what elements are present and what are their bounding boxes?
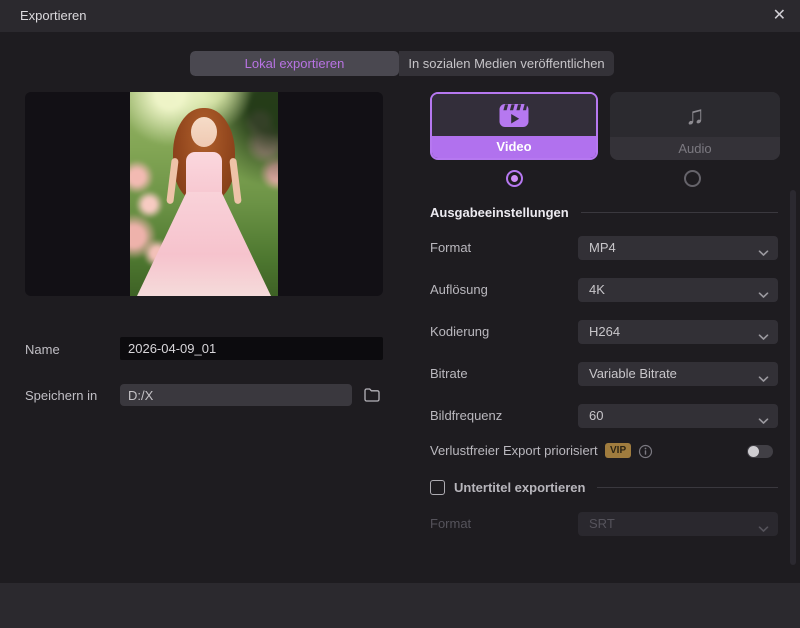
encoder-label: Kodierung — [430, 324, 489, 339]
export-dialog: Exportieren ✕ Lokal exportieren In sozia… — [0, 0, 800, 628]
subtitle-divider — [597, 487, 778, 488]
save-location-label: Speichern in — [25, 388, 97, 403]
chevron-down-icon — [758, 413, 769, 428]
video-radio-button[interactable] — [506, 170, 523, 187]
output-settings-heading: Ausgabeeinstellungen — [430, 205, 778, 220]
subtitle-format-dropdown: SRT — [578, 512, 778, 536]
photo-girl-face — [191, 117, 217, 147]
subtitle-format-label: Format — [430, 516, 471, 531]
name-input[interactable] — [120, 337, 383, 360]
subtitle-export-label: Untertitel exportieren — [454, 480, 585, 495]
framerate-dropdown[interactable]: 60 — [578, 404, 778, 428]
video-clapper-icon — [432, 94, 596, 136]
tab-social-export[interactable]: In sozialen Medien veröffentlichen — [399, 51, 614, 76]
footer-bar: 00:03 23.3MB Exportieren — [0, 583, 800, 628]
chevron-down-icon — [758, 245, 769, 260]
resolution-label: Auflösung — [430, 282, 488, 297]
resolution-row: Auflösung 4K — [430, 278, 778, 302]
info-icon[interactable] — [638, 444, 653, 462]
heading-divider — [581, 212, 778, 213]
close-icon[interactable]: ✕ — [773, 0, 786, 32]
media-card-audio[interactable]: ♫ Audio — [610, 92, 780, 160]
preview-photo — [130, 92, 278, 296]
save-location-input[interactable] — [120, 384, 352, 406]
bitrate-row: Bitrate Variable Bitrate — [430, 362, 778, 386]
vip-badge: VIP — [599, 442, 631, 458]
resolution-dropdown[interactable]: 4K — [578, 278, 778, 302]
audio-radio-button[interactable] — [684, 170, 701, 187]
audio-note-icon: ♫ — [610, 92, 780, 137]
media-card-video[interactable]: Video — [430, 92, 598, 160]
lossless-export-row: Verlustfreier Export priorisiert VIP — [430, 442, 778, 460]
video-preview — [25, 92, 383, 296]
export-mode-tabs: Lokal exportieren In sozialen Medien ver… — [190, 51, 614, 76]
chevron-down-icon — [758, 287, 769, 302]
chevron-down-icon — [758, 521, 769, 536]
lossless-export-toggle[interactable] — [747, 445, 773, 458]
tab-local-export[interactable]: Lokal exportieren — [190, 51, 399, 76]
subtitle-format-row: Format SRT — [430, 512, 778, 536]
titlebar: Exportieren ✕ — [0, 0, 800, 32]
chevron-down-icon — [758, 371, 769, 386]
chevron-down-icon — [758, 329, 769, 344]
folder-icon[interactable] — [362, 385, 382, 405]
video-card-label: Video — [432, 136, 596, 158]
scrollbar-track[interactable] — [790, 190, 796, 565]
photo-girl-dress-bodice — [186, 152, 222, 194]
dialog-title: Exportieren — [20, 0, 86, 32]
framerate-label: Bildfrequenz — [430, 408, 502, 423]
format-dropdown[interactable]: MP4 — [578, 236, 778, 260]
bitrate-label: Bitrate — [430, 366, 468, 381]
format-label: Format — [430, 240, 471, 255]
bitrate-dropdown[interactable]: Variable Bitrate — [578, 362, 778, 386]
subtitle-export-checkbox[interactable] — [430, 480, 445, 495]
encoder-dropdown[interactable]: H264 — [578, 320, 778, 344]
format-row: Format MP4 — [430, 236, 778, 260]
lossless-export-label: Verlustfreier Export priorisiert — [430, 443, 598, 458]
name-label: Name — [25, 342, 60, 357]
subtitle-export-row: Untertitel exportieren — [430, 480, 778, 495]
audio-card-label: Audio — [610, 137, 780, 160]
encoder-row: Kodierung H264 — [430, 320, 778, 344]
framerate-row: Bildfrequenz 60 — [430, 404, 778, 428]
